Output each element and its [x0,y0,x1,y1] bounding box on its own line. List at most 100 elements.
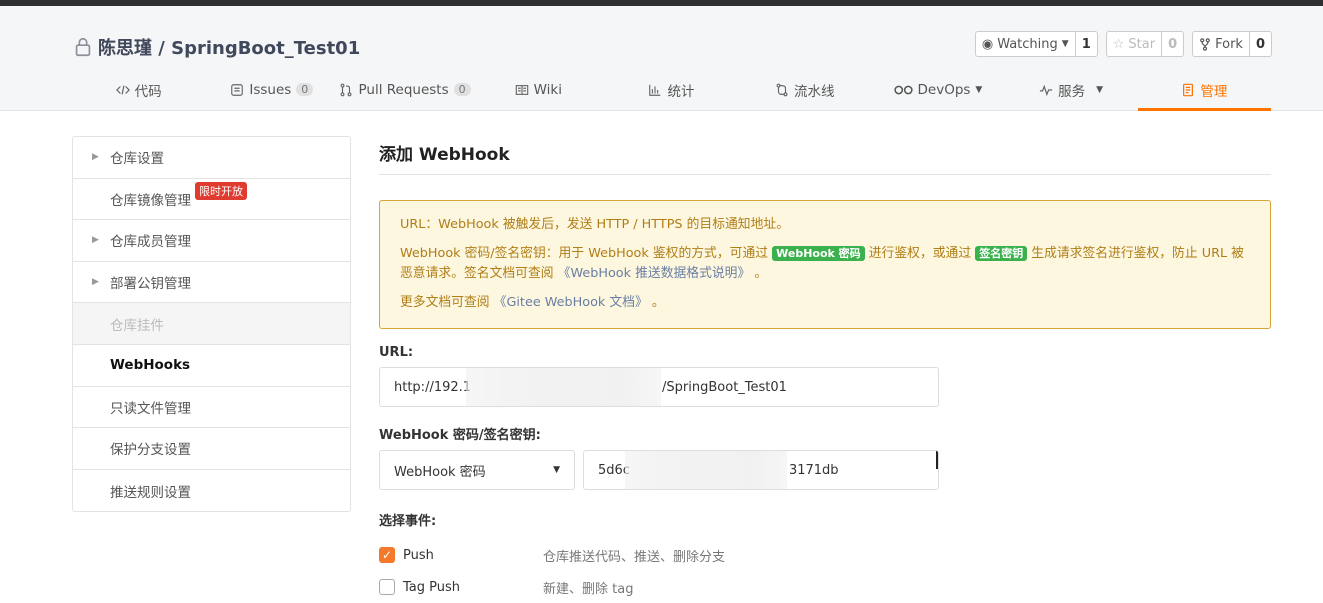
sidebar-item-label: 推送规则设置 [110,484,191,501]
sidebar-item-label: 保护分支设置 [110,442,191,459]
tab-label: DevOps [917,81,971,98]
sidebar-item-webhooks[interactable]: WebHooks [73,345,350,387]
pull-request-icon [341,83,352,96]
devops-icon [893,85,913,94]
sidebar-item-label: 只读文件管理 [110,400,191,417]
secret-label: WebHook 密码/签名密钥: [379,428,541,443]
url-input[interactable]: http://192.1 /SpringBoot_Test01 [379,367,939,407]
service-icon [1040,84,1053,96]
tab-code[interactable]: 代码 [72,71,205,111]
sidebar-item-members[interactable]: ▶ 仓库成员管理 [73,220,350,262]
manage-icon [1183,83,1194,96]
tip-line-url: URL：WebHook 被触发后，发送 HTTP / HTTPS 的目标通知地址… [400,217,789,232]
sidebar-item-widgets: 仓库挂件 [73,303,350,345]
tab-label: 流水线 [793,83,835,100]
fork-label: Fork [1215,36,1243,52]
wiki-icon [515,84,528,95]
redacted-region [625,451,787,489]
repo-actions: ◉ Watching ▼ 1 ☆ Star 0 Fork 0 [974,31,1272,57]
limited-open-badge: 限时开放 [195,181,247,200]
tab-stats[interactable]: 统计 [605,71,738,111]
secret-input[interactable]: 5d6c 3171db [583,450,939,490]
sidebar-item-repo-settings[interactable]: ▶ 仓库设置 [73,137,350,179]
sidebar-item-push-rules[interactable]: 推送规则设置 [73,470,350,512]
star-count[interactable]: 0 [1162,32,1183,56]
sidebar-item-label: 仓库设置 [110,151,164,168]
code-icon [115,85,130,94]
event-name: Push [403,547,434,563]
chevron-down-icon: ▼ [1096,84,1104,95]
sidebar-item-label: 仓库镜像管理 [110,192,191,209]
caret-right-icon: ▶ [92,152,99,163]
tab-label: 管理 [1200,83,1228,100]
settings-sidebar: ▶ 仓库设置 仓库镜像管理 限时开放 ▶ 仓库成员管理 ▶ 部署公钥管理 仓库挂… [72,136,351,513]
watch-button[interactable]: ◉ Watching ▼ 1 [974,31,1098,57]
stats-icon [649,84,661,96]
sidebar-item-label: 仓库成员管理 [110,234,191,251]
lock-icon [75,37,91,57]
star-label: Star [1128,36,1156,52]
sidebar-item-mirror[interactable]: 仓库镜像管理 限时开放 [73,179,350,221]
event-tag-push[interactable]: Tag Push 新建、删除 tag [379,571,1271,603]
sidebar-item-protected-branches[interactable]: 保护分支设置 [73,428,350,470]
chevron-down-icon: ▼ [553,465,560,475]
pipeline-icon [776,83,788,96]
tab-issues[interactable]: Issues 0 [205,71,338,111]
repo-name[interactable]: 陈思瑾 / SpringBoot_Test01 [98,34,360,60]
tab-label: Wiki [533,81,562,98]
tab-label: Pull Requests [358,81,449,98]
issues-count-badge: 0 [296,83,314,96]
eye-icon: ◉ [981,36,994,52]
tab-service[interactable]: 服务 ▼ [1005,71,1138,111]
fork-icon [1200,37,1210,51]
tab-label: 统计 [667,83,695,100]
sidebar-item-readonly-files[interactable]: 只读文件管理 [73,387,350,429]
tab-label: 服务 [1058,83,1086,100]
redacted-region [466,368,661,406]
events-label: 选择事件: [379,514,437,529]
push-data-format-link[interactable]: 《WebHook 推送数据格式说明》 [558,266,751,281]
tab-label: Issues [249,81,292,98]
repo-title: 陈思瑾 / SpringBoot_Test01 [72,34,360,60]
tab-manage[interactable]: 管理 [1137,71,1271,111]
tip-line-docs: 更多文档可查阅 《Gitee WebHook 文档》 。 [400,295,665,310]
caret-right-icon: ▶ [92,235,99,246]
chevron-down-icon: ▼ [975,84,983,95]
sidebar-item-label: WebHooks [110,357,191,374]
gitee-webhook-docs-link[interactable]: 《Gitee WebHook 文档》 [494,295,648,310]
sidebar-item-deploy-keys[interactable]: ▶ 部署公钥管理 [73,262,350,304]
event-desc: 新建、删除 tag [543,581,634,597]
fork-button[interactable]: Fork 0 [1192,31,1272,57]
repo-header: 陈思瑾 / SpringBoot_Test01 ◉ Watching ▼ 1 ☆… [0,6,1323,111]
webhook-password-pill: WebHook 密码 [772,246,865,261]
tab-pipeline[interactable]: 流水线 [738,71,871,111]
secret-row: WebHook 密码 ▼ 5d6c 3171db [379,450,1271,490]
url-label: URL: [379,345,414,360]
star-icon: ☆ [1112,36,1125,52]
fork-count[interactable]: 0 [1250,32,1271,56]
event-desc: 仓库推送代码、推送、删除分支 [543,549,726,565]
event-push[interactable]: ✓ Push 仓库推送代码、推送、删除分支 [379,539,1271,571]
pr-count-badge: 0 [453,83,471,96]
star-button[interactable]: ☆ Star 0 [1105,31,1185,57]
watch-label: Watching [997,36,1058,52]
tab-pull-requests[interactable]: Pull Requests 0 [338,71,471,111]
signature-key-pill: 签名密钥 [975,246,1028,261]
chevron-down-icon: ▼ [1061,39,1069,49]
issues-icon [231,83,244,96]
event-name: Tag Push [403,579,461,595]
repo-tabs: 代码 Issues 0 Pull Requests 0 Wiki 统计 流水线 … [72,71,1271,111]
sidebar-item-label: 仓库挂件 [110,317,164,334]
page-title: 添加 WebHook [379,136,1271,175]
sidebar-item-label: 部署公钥管理 [110,276,191,293]
tab-devops[interactable]: DevOps ▼ [871,71,1004,111]
checkbox-unchecked[interactable] [379,579,395,595]
checkbox-checked[interactable]: ✓ [379,547,395,563]
tab-label: 代码 [134,83,162,100]
webhook-form: 添加 WebHook URL：WebHook 被触发后，发送 HTTP / HT… [379,136,1271,603]
caret-right-icon: ▶ [92,277,99,288]
watch-count[interactable]: 1 [1076,32,1097,56]
text-cursor [936,451,938,469]
tab-wiki[interactable]: Wiki [472,71,605,111]
secret-type-select[interactable]: WebHook 密码 ▼ [379,450,575,490]
